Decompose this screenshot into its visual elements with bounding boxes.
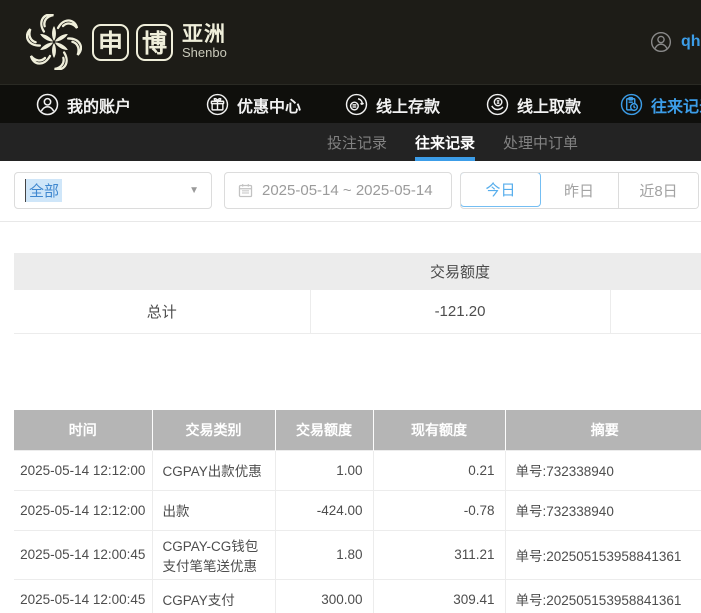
quick-date-buttons: 今日 昨日 近8日	[460, 172, 699, 209]
nav-label: 线上存款	[376, 93, 440, 117]
cell-type: CGPAY支付	[152, 579, 275, 613]
logo-text: 亚洲 Shenbo	[182, 24, 227, 60]
cell-summary: 单号:732338940	[505, 490, 701, 530]
summary-total-value: -121.20	[310, 290, 610, 333]
cell-time: 2025-05-14 12:12:00	[14, 490, 152, 530]
cell-summary: 单号:202505153958841361	[505, 579, 701, 613]
tab-pending-orders[interactable]: 处理中订单	[503, 123, 578, 161]
cell-time: 2025-05-14 12:00:45	[14, 579, 152, 613]
nav-label: 往来记录	[651, 93, 701, 117]
top-header: 申 博 亚洲 Shenbo qh	[0, 0, 701, 84]
table-row: 2025-05-14 12:12:00 CGPAY出款优惠 1.00 0.21 …	[14, 450, 701, 490]
cell-amount: -424.00	[275, 490, 373, 530]
nav-label: 我的账户	[67, 93, 131, 117]
today-button[interactable]: 今日	[460, 172, 541, 207]
nav-item-my-account[interactable]: 我的账户	[36, 85, 131, 124]
chevron-down-icon: ▼	[189, 185, 199, 196]
withdraw-icon	[486, 93, 509, 116]
nav-label: 线上取款	[517, 93, 581, 117]
nav-item-online-deposit[interactable]: 线上存款	[345, 85, 440, 124]
cell-balance: -0.78	[373, 490, 505, 530]
col-header-time: 时间	[14, 410, 152, 450]
main-nav: 我的账户 优惠中心 线上存款	[0, 84, 701, 123]
transaction-type-select[interactable]: 全部 ▼	[14, 172, 212, 209]
account-icon	[36, 93, 59, 116]
calendar-icon	[237, 182, 254, 199]
logo-latin-label: Shenbo	[182, 46, 227, 60]
cell-type: 出款	[152, 490, 275, 530]
tab-label: 投注记录	[327, 132, 387, 153]
brand-logo[interactable]: 申 博 亚洲 Shenbo	[26, 14, 227, 70]
last-8-days-button[interactable]: 近8日	[619, 173, 698, 208]
cell-summary: 单号:732338940	[505, 450, 701, 490]
nav-item-transaction-records[interactable]: 往来记录	[620, 85, 701, 124]
table-row: 2025-05-14 12:12:00 出款 -424.00 -0.78 单号:…	[14, 490, 701, 530]
tab-label: 处理中订单	[503, 132, 578, 153]
gift-icon	[206, 93, 229, 116]
summary-total-row: 总计 -121.20	[14, 290, 701, 333]
cell-balance: 0.21	[373, 450, 505, 490]
nav-label: 优惠中心	[237, 93, 301, 117]
summary-header-blank	[610, 253, 701, 290]
summary-header-row: 交易额度	[14, 253, 701, 290]
cell-summary: 单号:202505153958841361	[505, 530, 701, 579]
flower-logo-icon	[26, 14, 82, 70]
tab-transaction-records[interactable]: 往来记录	[415, 123, 475, 161]
table-row: 2025-05-14 12:00:45 CGPAY支付 300.00 309.4…	[14, 579, 701, 613]
cell-time: 2025-05-14 12:12:00	[14, 450, 152, 490]
date-range-input[interactable]: 2025-05-14 ~ 2025-05-14	[224, 172, 452, 209]
summary-header-blank	[14, 253, 310, 290]
summary-header-amount: 交易额度	[310, 253, 610, 290]
date-range-value: 2025-05-14 ~ 2025-05-14	[262, 182, 433, 199]
record-tab-bar: 投注记录 往来记录 处理中订单	[0, 123, 701, 161]
nav-item-promotions[interactable]: 优惠中心	[206, 85, 301, 124]
cell-balance: 311.21	[373, 530, 505, 579]
user-avatar-icon	[650, 31, 672, 53]
cell-amount: 1.80	[275, 530, 373, 579]
cell-amount: 1.00	[275, 450, 373, 490]
table-row: 2025-05-14 12:00:45 CGPAY-CG钱包支付笔笔送优惠 1.…	[14, 530, 701, 579]
summary-table: 交易额度 总计 -121.20	[14, 253, 701, 334]
tab-betting-records[interactable]: 投注记录	[327, 123, 387, 161]
logo-char-bo: 博	[136, 24, 173, 61]
deposit-icon	[345, 93, 368, 116]
col-header-amount: 交易额度	[275, 410, 373, 450]
cell-type: CGPAY-CG钱包支付笔笔送优惠	[152, 530, 275, 579]
cell-balance: 309.41	[373, 579, 505, 613]
selected-type-value: 全部	[25, 179, 62, 202]
user-block[interactable]: qh	[650, 0, 701, 84]
transactions-header-row: 时间 交易类别 交易额度 现有额度 摘要	[14, 410, 701, 450]
logo-char-shen: 申	[92, 24, 129, 61]
col-header-balance: 现有额度	[373, 410, 505, 450]
filter-section: 全部 ▼ 2025-05-14 ~ 2025-05-14 今日 昨日 近8日	[0, 161, 701, 222]
cell-time: 2025-05-14 12:00:45	[14, 530, 152, 579]
col-header-type: 交易类别	[152, 410, 275, 450]
col-header-summary: 摘要	[505, 410, 701, 450]
yesterday-button[interactable]: 昨日	[540, 173, 619, 208]
cell-amount: 300.00	[275, 579, 373, 613]
page: 申 博 亚洲 Shenbo qh 我的账户	[0, 0, 701, 613]
records-icon	[620, 93, 643, 116]
transactions-table: 时间 交易类别 交易额度 现有额度 摘要 2025-05-14 12:12:00…	[14, 410, 701, 613]
summary-total-label: 总计	[14, 290, 310, 333]
tab-label: 往来记录	[415, 132, 475, 153]
summary-total-blank	[610, 290, 701, 333]
logo-region-label: 亚洲	[182, 24, 227, 46]
cell-type: CGPAY出款优惠	[152, 450, 275, 490]
username-label[interactable]: qh	[681, 33, 701, 51]
nav-item-online-withdraw[interactable]: 线上取款	[486, 85, 581, 124]
